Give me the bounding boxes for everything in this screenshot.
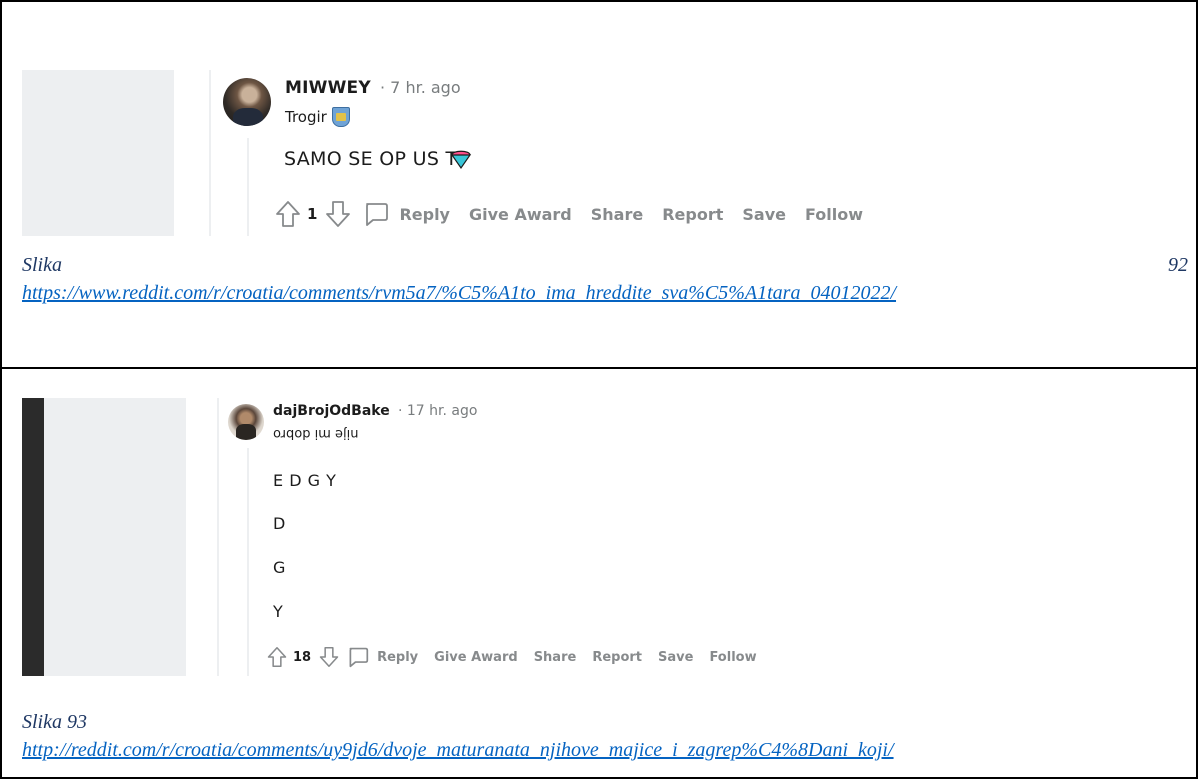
thread-line-parent (217, 398, 219, 676)
dark-edge-bar (22, 398, 44, 676)
thread-line[interactable] (247, 448, 249, 676)
comment-timestamp[interactable]: · 17 hr. ago (398, 403, 477, 419)
comment-body-line: Y (273, 602, 284, 621)
reddit-comment-screenshot-2: dajBrojOdBake · 17 hr. ago nije mi dobro… (22, 396, 1022, 678)
comment-actions: 1 Reply Give Award Share Report Save Fol… (275, 197, 882, 231)
comment-bubble-icon[interactable] (347, 646, 369, 668)
city-coat-of-arms-icon (332, 107, 350, 127)
give-award-button[interactable]: Give Award (469, 205, 572, 224)
follow-button[interactable]: Follow (805, 205, 863, 224)
avatar[interactable] (223, 78, 271, 126)
figure-caption: Slika 93 (22, 711, 87, 733)
avatar[interactable] (228, 404, 264, 440)
upvote-icon[interactable] (275, 200, 301, 228)
downvote-icon[interactable] (319, 646, 339, 668)
comment-timestamp[interactable]: · 7 hr. ago (380, 78, 461, 97)
save-button[interactable]: Save (658, 650, 693, 665)
sidebar-placeholder (22, 70, 174, 236)
vote-count: 18 (293, 649, 312, 665)
username[interactable]: dajBrojOdBake (273, 403, 390, 419)
figure-caption-number: 92 (1168, 254, 1188, 276)
comment-bubble-icon[interactable] (363, 201, 389, 227)
vote-count: 1 (307, 205, 318, 223)
give-award-button[interactable]: Give Award (434, 650, 518, 665)
follow-button[interactable]: Follow (709, 650, 756, 665)
downvote-icon[interactable] (325, 200, 351, 228)
save-button[interactable]: Save (742, 205, 786, 224)
ice-cream-award-icon (450, 150, 472, 170)
comment-body-line: D (273, 514, 286, 533)
reply-button[interactable]: Reply (399, 205, 450, 224)
share-button[interactable]: Share (534, 650, 577, 665)
comment-actions: 18 Reply Give Award Share Report Save Fo… (267, 643, 773, 671)
comment-body-line: G (273, 558, 286, 577)
user-flair-upside-down: nije mi dobro (273, 426, 359, 441)
thread-line-parent (209, 70, 211, 236)
table-row-divider (0, 367, 1198, 369)
reply-button[interactable]: Reply (377, 650, 418, 665)
source-link[interactable]: https://www.reddit.com/r/croatia/comment… (22, 282, 896, 305)
user-flair: Trogir (285, 108, 327, 126)
report-button[interactable]: Report (592, 650, 642, 665)
sidebar-placeholder (44, 398, 186, 676)
comment-body-line: E D G Y (273, 471, 337, 490)
share-button[interactable]: Share (591, 205, 643, 224)
username[interactable]: MIWWEY (285, 78, 371, 98)
comment-body: SAMO SE OP US TI (284, 148, 464, 170)
source-link[interactable]: http://reddit.com/r/croatia/comments/uy9… (22, 739, 894, 762)
figure-caption-label: Slika (22, 254, 62, 276)
upvote-icon[interactable] (267, 646, 287, 668)
reddit-comment-screenshot-1: MIWWEY · 7 hr. ago Trogir SAMO SE OP US … (22, 68, 1022, 238)
report-button[interactable]: Report (662, 205, 723, 224)
thread-line[interactable] (247, 138, 249, 236)
